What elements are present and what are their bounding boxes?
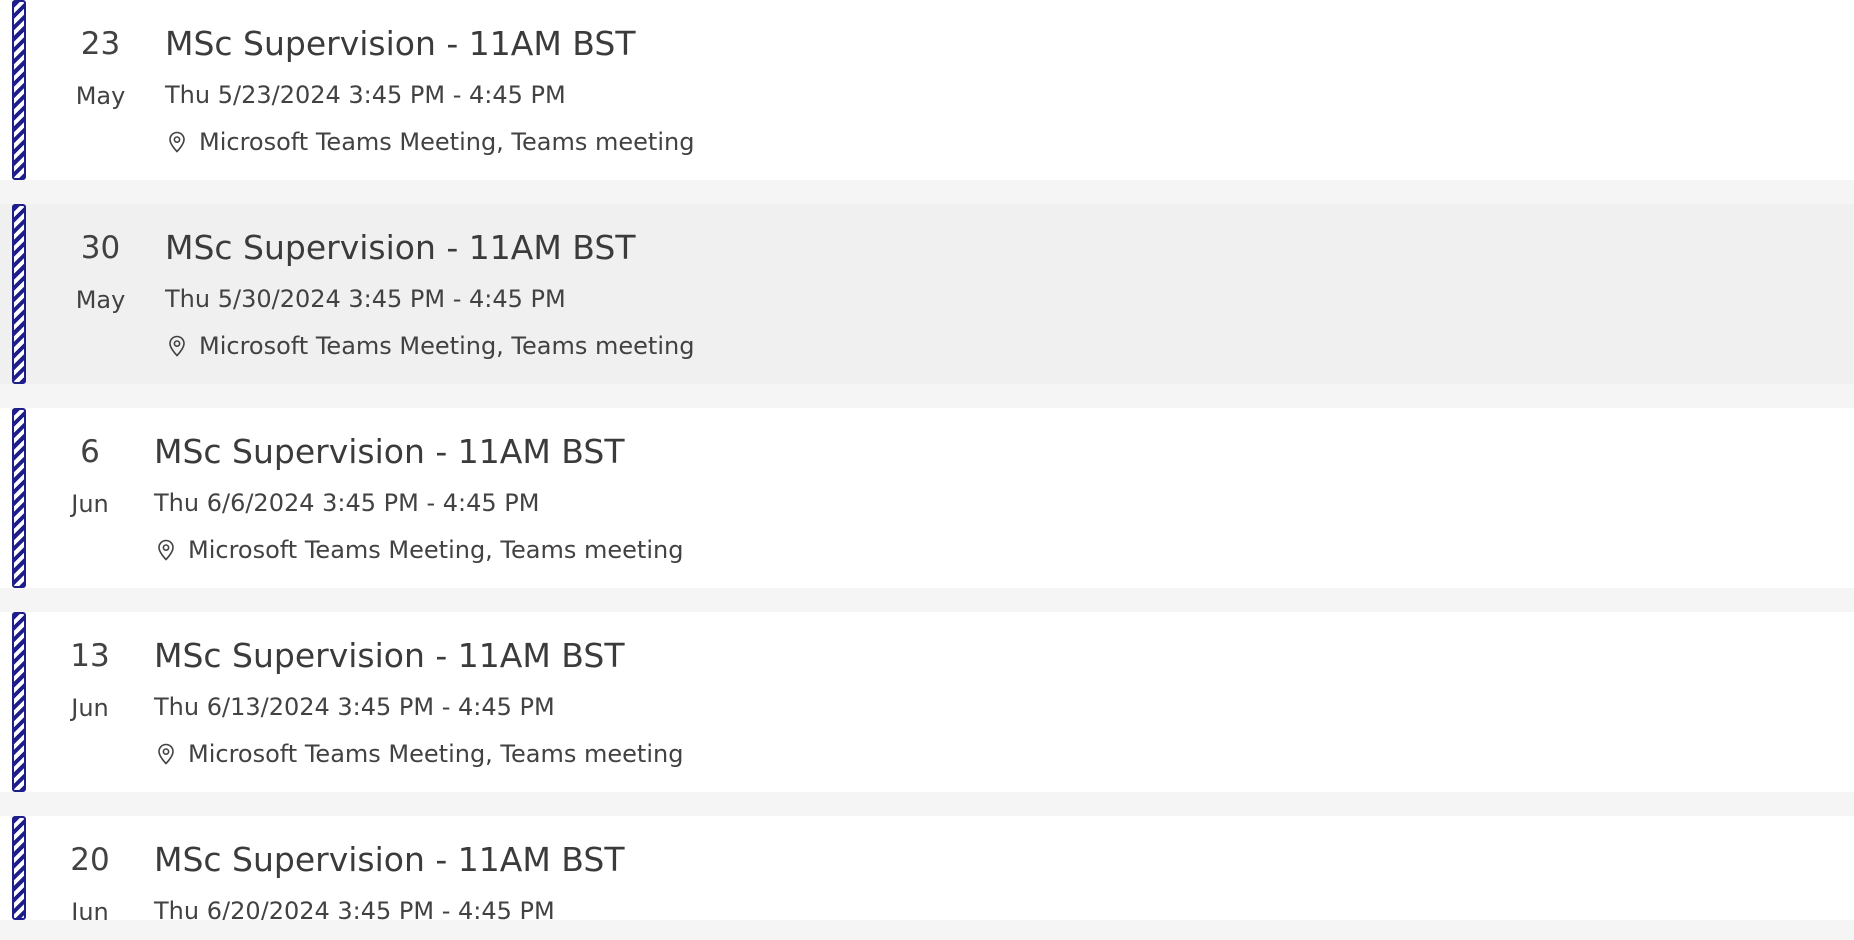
event-accent-bar xyxy=(12,408,26,588)
event-day: 20 xyxy=(70,842,110,878)
event-card[interactable]: 6 Jun MSc Supervision - 11AM BST Thu 6/6… xyxy=(0,408,1854,588)
event-time: Thu 6/20/2024 3:45 PM - 4:45 PM xyxy=(154,897,555,920)
event-accent-bar xyxy=(12,0,26,180)
event-time: Thu 5/30/2024 3:45 PM - 4:45 PM xyxy=(165,285,566,313)
event-location-text: Microsoft Teams Meeting, Teams meeting xyxy=(188,740,684,768)
event-month: May xyxy=(75,82,126,110)
event-location: Microsoft Teams Meeting, Teams meeting xyxy=(154,738,683,770)
event-card[interactable]: 13 Jun MSc Supervision - 11AM BST Thu 6/… xyxy=(0,612,1854,792)
location-pin-icon xyxy=(165,334,189,358)
event-location-text: Microsoft Teams Meeting, Teams meeting xyxy=(188,536,684,564)
event-title[interactable]: MSc Supervision - 11AM BST xyxy=(154,430,624,474)
event-title[interactable]: MSc Supervision - 11AM BST xyxy=(154,634,624,678)
event-location: Microsoft Teams Meeting, Teams meeting xyxy=(165,330,694,362)
event-accent-bar xyxy=(12,612,26,792)
event-day: 6 xyxy=(80,434,100,470)
event-day: 13 xyxy=(70,638,110,674)
event-day: 23 xyxy=(80,26,121,62)
event-list: 23 May MSc Supervision - 11AM BST Thu 5/… xyxy=(0,0,1854,940)
event-location: Microsoft Teams Meeting, Teams meeting xyxy=(165,126,694,158)
event-location: Microsoft Teams Meeting, Teams meeting xyxy=(154,534,683,566)
event-month: Jun xyxy=(71,694,109,722)
event-month: Jun xyxy=(71,490,109,518)
event-title[interactable]: MSc Supervision - 11AM BST xyxy=(165,22,635,66)
event-title[interactable]: MSc Supervision - 11AM BST xyxy=(154,838,624,882)
event-accent-bar xyxy=(12,816,26,920)
event-accent-bar xyxy=(12,204,26,384)
event-time: Thu 6/13/2024 3:45 PM - 4:45 PM xyxy=(154,693,555,721)
event-day: 30 xyxy=(80,230,121,266)
event-location-text: Microsoft Teams Meeting, Teams meeting xyxy=(199,128,695,156)
event-card[interactable]: 30 May MSc Supervision - 11AM BST Thu 5/… xyxy=(0,204,1854,384)
location-pin-icon xyxy=(165,130,189,154)
event-month: May xyxy=(75,286,126,314)
event-time: Thu 5/23/2024 3:45 PM - 4:45 PM xyxy=(165,81,566,109)
event-title[interactable]: MSc Supervision - 11AM BST xyxy=(165,226,635,270)
event-card[interactable]: 23 May MSc Supervision - 11AM BST Thu 5/… xyxy=(0,0,1854,180)
event-location-text: Microsoft Teams Meeting, Teams meeting xyxy=(199,332,695,360)
location-pin-icon xyxy=(154,538,178,562)
event-month: Jun xyxy=(71,898,109,920)
event-time: Thu 6/6/2024 3:45 PM - 4:45 PM xyxy=(154,489,540,517)
location-pin-icon xyxy=(154,742,178,766)
event-card[interactable]: 20 Jun MSc Supervision - 11AM BST Thu 6/… xyxy=(0,816,1854,920)
